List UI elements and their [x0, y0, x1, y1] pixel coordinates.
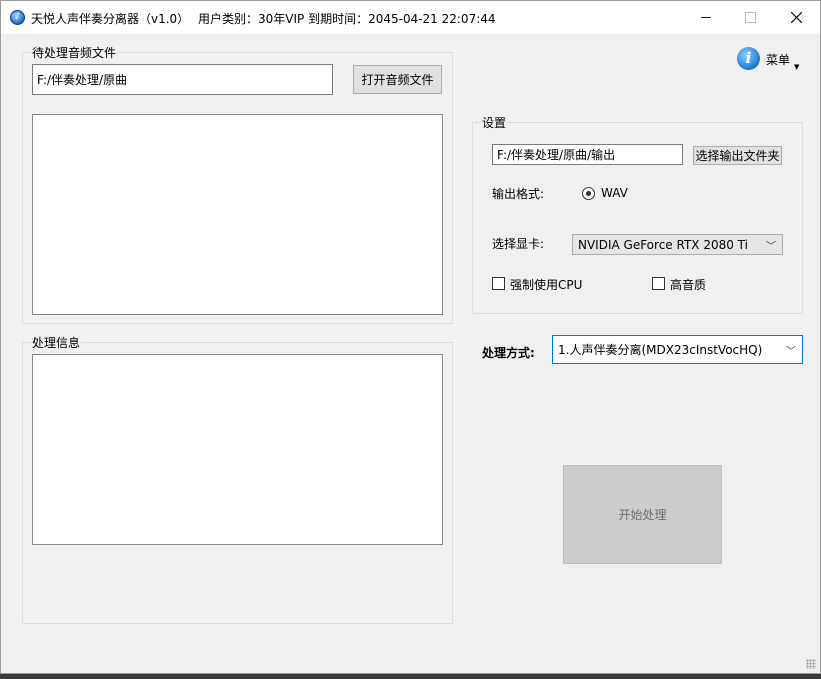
maximize-button[interactable]	[727, 1, 773, 34]
input-path-field[interactable]: F:/伴奏处理/原曲	[32, 64, 333, 95]
close-button[interactable]	[773, 1, 819, 34]
menu-button[interactable]: i 菜单 ▼	[737, 47, 807, 77]
title-bar: ♪ 天悦人声伴奏分离器（v1.0） 用户类别：30年VIP 到期时间：2045-…	[1, 1, 820, 34]
wav-radio[interactable]	[582, 187, 595, 200]
high-quality-label: 高音质	[670, 278, 707, 292]
gpu-label: 选择显卡:	[492, 237, 545, 251]
window-title: 天悦人声伴奏分离器（v1.0）	[31, 12, 190, 26]
high-quality-checkbox[interactable]	[652, 277, 665, 290]
gpu-select-value: NVIDIA GeForce RTX 2080 Ti	[578, 237, 748, 252]
output-path-field[interactable]: F:/伴奏处理/原曲/输出	[492, 144, 683, 165]
close-icon	[790, 12, 802, 23]
input-files-legend: 待处理音频文件	[32, 46, 117, 60]
method-label: 处理方式:	[482, 346, 535, 360]
input-file-list[interactable]	[32, 114, 443, 315]
method-select-value: 1.人声伴奏分离(MDX23cInstVocHQ)	[558, 343, 763, 357]
open-audio-button[interactable]: 打开音频文件	[353, 65, 442, 94]
app-window: ♪ 天悦人声伴奏分离器（v1.0） 用户类别：30年VIP 到期时间：2045-…	[0, 0, 821, 674]
info-icon: i	[737, 47, 760, 70]
gpu-select[interactable]: NVIDIA GeForce RTX 2080 Ti ﹀	[572, 234, 783, 255]
resize-grip-icon[interactable]	[806, 659, 816, 669]
output-format-label: 输出格式:	[492, 187, 545, 201]
method-select[interactable]: 1.人声伴奏分离(MDX23cInstVocHQ) ﹀	[552, 335, 803, 364]
menu-caret-icon: ▼	[794, 63, 800, 71]
chevron-down-icon: ﹀	[786, 346, 796, 357]
minimize-button[interactable]	[683, 1, 729, 34]
app-music-icon: ♪	[10, 10, 25, 25]
minimize-icon	[700, 17, 711, 18]
menu-label: 菜单	[766, 53, 791, 67]
settings-legend: 设置	[482, 116, 507, 130]
maximize-icon	[744, 12, 756, 23]
user-info: 用户类别：30年VIP 到期时间：2045-04-21 22:07:44	[198, 12, 496, 26]
force-cpu-label: 强制使用CPU	[510, 278, 583, 292]
processing-info-legend: 处理信息	[32, 336, 81, 350]
choose-output-folder-button[interactable]: 选择输出文件夹	[693, 146, 782, 165]
processing-log[interactable]	[32, 354, 443, 545]
chevron-down-icon: ﹀	[766, 241, 776, 252]
force-cpu-checkbox[interactable]	[492, 277, 505, 290]
wav-label: WAV	[601, 186, 628, 200]
start-processing-button[interactable]: 开始处理	[563, 465, 722, 564]
